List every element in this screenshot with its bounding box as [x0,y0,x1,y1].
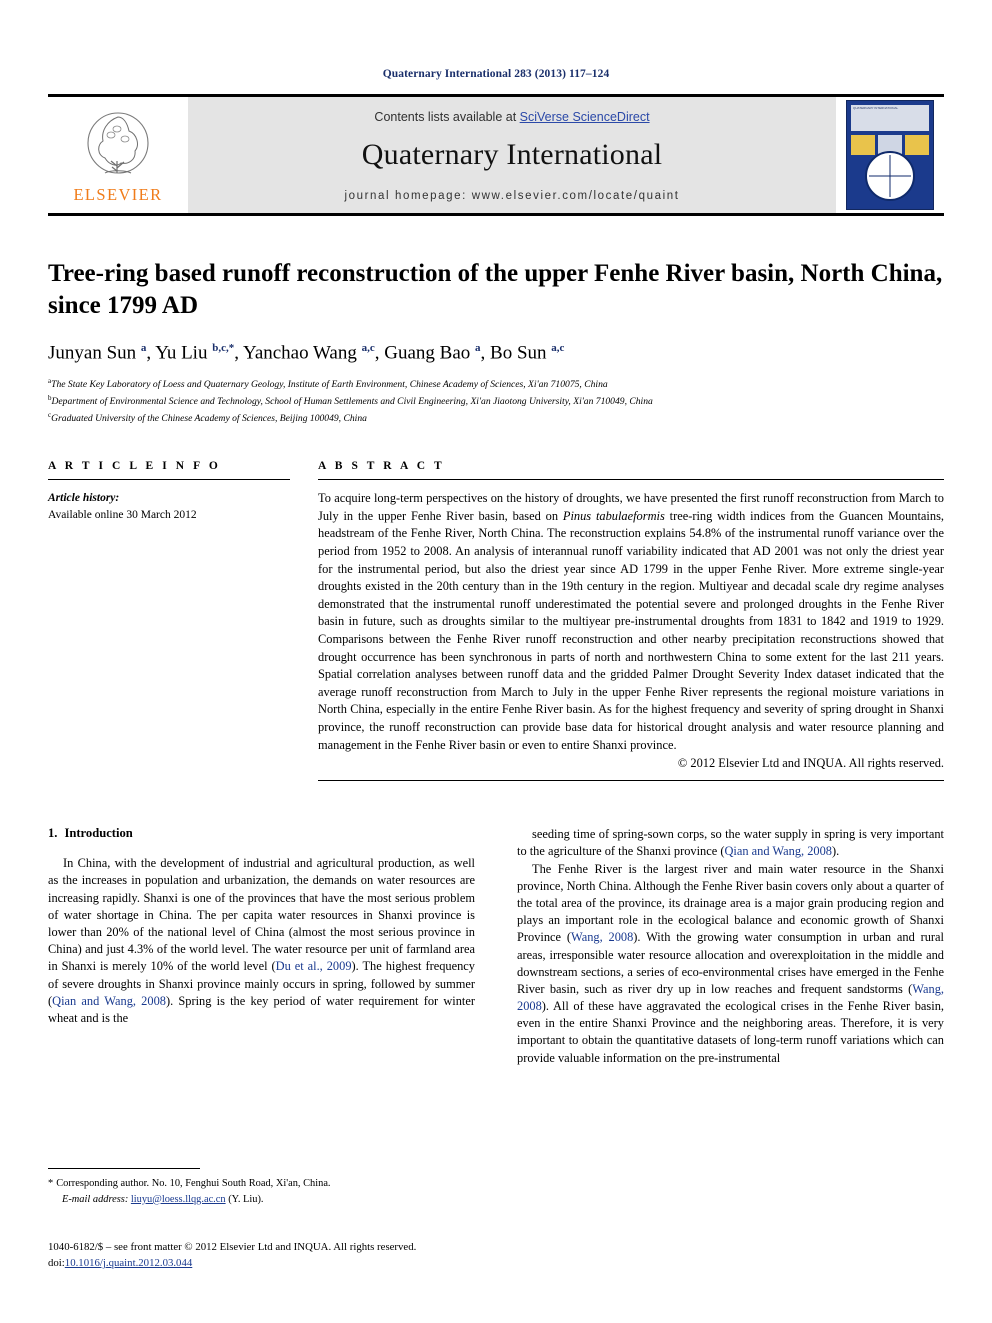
masthead-center: Contents lists available at SciVerse Sci… [188,97,836,213]
section-label: Introduction [64,826,133,841]
cover-globe-icon [865,151,915,201]
journal-homepage-link[interactable]: journal homepage: www.elsevier.com/locat… [344,190,679,202]
corresponding-author-marker: * [48,1178,54,1189]
doi-link[interactable]: 10.1016/j.quaint.2012.03.044 [65,1257,192,1269]
abstract-heading: A B S T R A C T [318,460,445,473]
paper-page: Quaternary International 283 (2013) 117–… [0,0,992,1323]
journal-cover-thumbnail: QUATERNARY INTERNATIONAL [836,97,944,213]
contents-prefix: Contents lists available at [374,110,520,124]
abstract-column: A B S T R A C T To acquire long-term per… [318,460,944,782]
affiliation-text: Department of Environmental Science and … [51,396,653,408]
email-link[interactable]: liuyu@loess.llqg.ac.cn [131,1194,226,1205]
affiliation-item: cGraduated University of the Chinese Aca… [48,410,944,427]
footnote-area: * Corresponding author. No. 10, Fenghui S… [48,1168,468,1207]
abstract-text: To acquire long-term perspectives on the… [318,491,944,752]
elsevier-logo: ELSEVIER [48,97,188,213]
corresponding-author-note: * Corresponding author. No. 10, Fenghui S… [48,1176,468,1192]
doi-label: doi: [48,1257,65,1270]
info-abstract-section: A R T I C L E I N F O Article history: A… [48,460,944,782]
abstract-bottom-rule [318,780,944,782]
paragraph: In China, with the development of indust… [48,856,475,1025]
paragraph: seeding time of spring-sown corps, so th… [517,827,944,859]
body-column-right: seeding time of spring-sown corps, so th… [517,826,944,1066]
journal-title: Quaternary International [361,138,663,171]
running-head: Quaternary International 283 (2013) 117–… [382,68,610,80]
body-column-left: 1. Introduction In China, with the develo… [48,826,475,1066]
section-heading-introduction: 1. Introduction [48,826,475,841]
article-info-column: A R T I C L E I N F O Article history: A… [48,460,290,781]
sciencedirect-link[interactable]: SciVerse ScienceDirect [520,110,650,124]
contents-available-line: Contents lists available at SciVerse Sci… [374,110,649,124]
cover-image: QUATERNARY INTERNATIONAL [846,100,934,210]
footnote-rule [48,1168,200,1169]
article-info-body: Article history: Available online 30 Mar… [48,480,290,523]
email-label: E-mail address: [62,1193,129,1205]
copyright-notice: © 2012 Elsevier Ltd and INQUA. All right… [677,756,944,771]
article-history-value: Available online 30 March 2012 [48,508,197,521]
doi-line: doi:10.1016/j.quaint.2012.03.044 [48,1255,608,1271]
affiliation-text: Graduated University of the Chinese Acad… [51,413,367,425]
cover-header-strip: QUATERNARY INTERNATIONAL [851,105,929,131]
elsevier-wordmark: ELSEVIER [73,185,163,204]
email-note: E-mail address: liuyu@loess.llqg.ac.cn (… [48,1192,468,1208]
issn-copyright-line: 1040-6182/$ – see front matter © 2012 El… [48,1241,417,1253]
journal-masthead: ELSEVIER Contents lists available at Sci… [48,94,944,216]
article-history-label: Article history: [48,492,120,505]
page-title: Tree-ring based runoff reconstruction of… [48,260,943,319]
corresponding-author-text: Corresponding author. No. 10, Fenghui So… [56,1178,331,1189]
paragraph: The Fenhe River is the largest river and… [517,861,944,1065]
page-footer: 1040-6182/$ – see front matter © 2012 El… [48,1239,608,1271]
author-list: Junyan Sun a, Yu Liu b,c,*, Yanchao Wang… [48,342,565,364]
affiliation-item: bDepartment of Environmental Science and… [48,393,944,410]
cover-journal-name: QUATERNARY INTERNATIONAL [853,106,899,110]
article-info-heading: A R T I C L E I N F O [48,460,221,473]
affiliation-text: The State Key Laboratory of Loess and Qu… [51,379,608,391]
section-number: 1. [48,826,58,841]
body-columns: 1. Introduction In China, with the develo… [48,826,944,1066]
email-suffix: (Y. Liu). [228,1193,264,1205]
affiliation-list: aThe State Key Laboratory of Loess and Q… [48,376,944,427]
affiliation-item: aThe State Key Laboratory of Loess and Q… [48,376,944,393]
title-block: Tree-ring based runoff reconstruction of… [48,258,944,427]
elsevier-tree-icon [81,109,155,183]
